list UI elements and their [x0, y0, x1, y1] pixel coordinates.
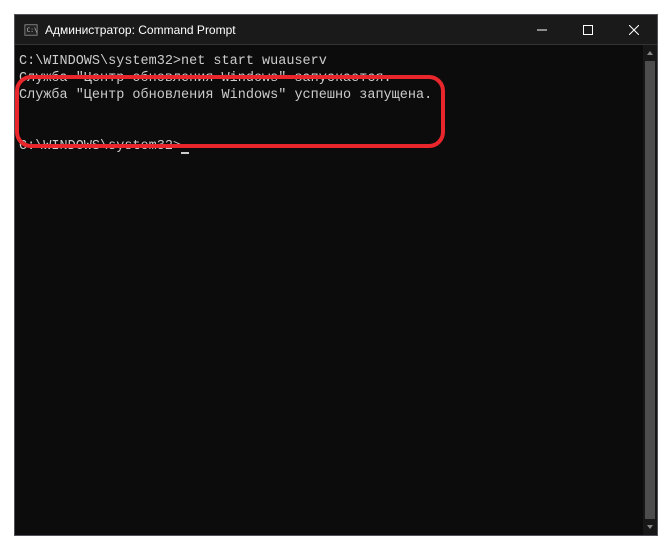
cursor	[181, 152, 189, 154]
prompt: C:\WINDOWS\system32>	[19, 54, 181, 69]
window-controls	[519, 15, 657, 44]
svg-text:C:\: C:\	[27, 26, 38, 33]
output-line: Служба "Центр обновления Windows" успешн…	[19, 88, 432, 103]
output-line: Служба "Центр обновления Windows" запуск…	[19, 71, 392, 86]
titlebar[interactable]: C:\ Администратор: Command Prompt	[15, 15, 657, 45]
cmd-icon: C:\	[23, 22, 39, 38]
terminal-area[interactable]: C:\WINDOWS\system32>net start wuauserv С…	[15, 45, 657, 535]
minimize-button[interactable]	[519, 15, 565, 44]
window-title: Администратор: Command Prompt	[45, 23, 519, 37]
maximize-button[interactable]	[565, 15, 611, 44]
prompt: C:\WINDOWS\system32>	[19, 139, 181, 154]
command-prompt-window: C:\ Администратор: Command Prompt C:\WIN…	[14, 14, 658, 536]
terminal-content: C:\WINDOWS\system32>net start wuauserv С…	[19, 53, 653, 155]
scrollbar[interactable]	[643, 45, 657, 535]
scrollbar-thumb[interactable]	[645, 61, 655, 519]
close-button[interactable]	[611, 15, 657, 44]
scrollbar-up-icon[interactable]	[643, 45, 657, 61]
command-text: net start wuauserv	[181, 54, 327, 69]
scrollbar-down-icon[interactable]	[643, 519, 657, 535]
